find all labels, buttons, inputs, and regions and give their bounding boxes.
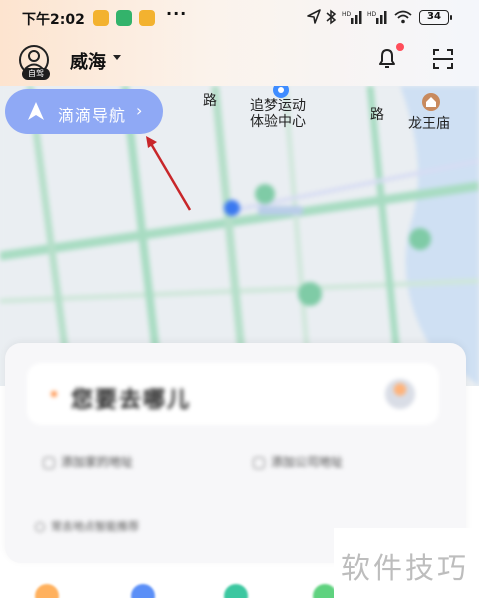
temple-pin-icon — [422, 93, 440, 111]
poi-sports-center[interactable]: 追梦运动 体验中心 — [250, 98, 306, 130]
poi-temple[interactable]: 龙王庙 — [408, 116, 450, 132]
recommend-hint: 常去地点智能推荐 — [35, 518, 139, 534]
feature-icon-1[interactable] — [35, 584, 59, 598]
battery-level: 34 — [427, 11, 441, 22]
shortcut-company-label: 添加公司地址 — [271, 455, 344, 469]
notification-icon — [93, 10, 109, 26]
road-label-right: 路 — [370, 107, 384, 123]
chevron-right-icon: › — [136, 101, 143, 120]
status-time: 下午2:02 — [22, 12, 85, 28]
more-notifications-icon: ··· — [166, 4, 188, 23]
avatar-badge: 自驾 — [22, 68, 50, 80]
shortcut-home[interactable]: 添加家的地址 — [43, 453, 133, 470]
signal-1-icon: HD — [342, 11, 362, 24]
signal-2-icon: HD — [367, 11, 387, 24]
watermark-text: 软件技巧 — [341, 551, 470, 585]
didi-navigation-button[interactable]: 滴滴导航 › — [5, 89, 163, 134]
message-icon — [139, 10, 155, 26]
wifi-icon — [394, 10, 412, 24]
destination-search-box[interactable]: 您要去哪儿 — [27, 363, 439, 425]
shortcut-company[interactable]: 添加公司地址 — [253, 453, 343, 470]
bell-icon[interactable] — [375, 46, 399, 70]
info-icon — [35, 522, 45, 532]
origin-dot — [51, 391, 57, 397]
svg-text:HD: HD — [342, 11, 352, 18]
navigation-arrow-icon — [28, 102, 44, 120]
bluetooth-icon — [326, 9, 337, 25]
svg-text:HD: HD — [367, 11, 377, 18]
chevron-down-icon[interactable] — [113, 55, 121, 60]
search-placeholder: 您要去哪儿 — [71, 388, 192, 413]
poi-temple-label: 龙王庙 — [408, 116, 450, 132]
home-icon — [43, 456, 55, 469]
battery-icon: 34 — [419, 10, 452, 25]
watermark: 软件技巧 — [334, 528, 479, 598]
shortcut-home-label: 添加家的地址 — [61, 455, 134, 469]
feature-icon-3[interactable] — [224, 584, 248, 598]
recommend-hint-label: 常去地点智能推荐 — [51, 520, 139, 533]
poi-sports-label: 追梦运动 体验中心 — [250, 98, 306, 130]
voice-icon[interactable] — [385, 379, 415, 409]
shield-icon — [116, 10, 132, 26]
road-label-left: 路 — [203, 93, 217, 109]
notification-dot — [396, 43, 404, 51]
location-icon — [307, 9, 321, 24]
scan-icon[interactable] — [431, 47, 455, 71]
feature-icon-2[interactable] — [131, 584, 155, 598]
status-bar: 下午2:02 ··· HD HD 34 — [0, 0, 479, 36]
office-icon — [253, 456, 265, 469]
city-selector[interactable]: 威海 — [70, 48, 106, 74]
navigation-button-label: 滴滴导航 — [58, 106, 127, 125]
